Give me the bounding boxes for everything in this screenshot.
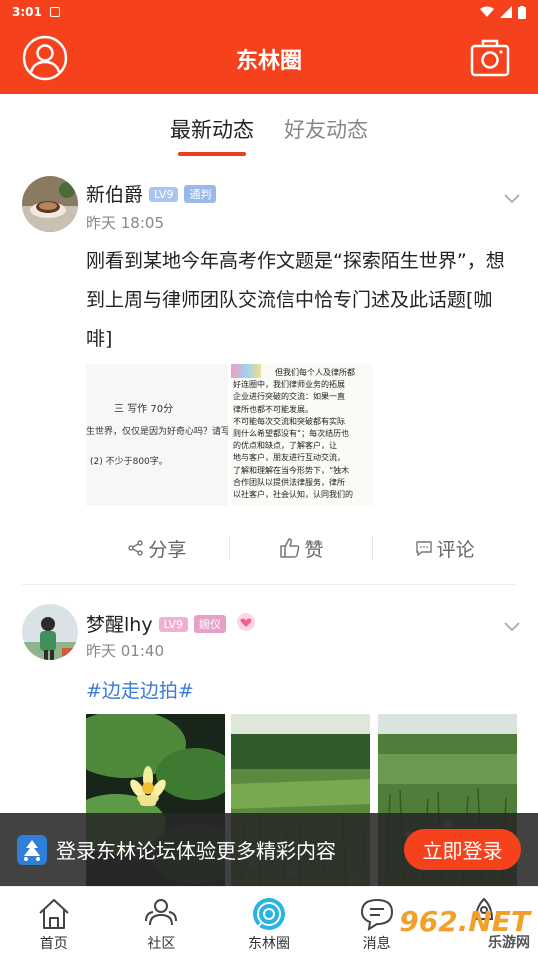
tab-latest[interactable]: 最新动态 — [170, 94, 254, 156]
message-icon — [360, 898, 393, 931]
image-text-line: 企业进行突破的交流：如果一直 — [233, 392, 345, 402]
image-text-line: 则什么希望都没有”；每次结历也 — [233, 429, 350, 439]
level-badge: LV9 — [158, 617, 189, 632]
post-time: 昨天 01:40 — [86, 642, 164, 660]
image-text-line: (2) 不少于800字。 — [90, 457, 168, 467]
image-text-line: 不可能每次交流和突破都有实际 — [233, 416, 345, 426]
image-text-line: 三 写作 70分 — [114, 404, 174, 415]
username-text: 梦醒lhy — [86, 614, 153, 636]
nav-label: 消息 — [362, 936, 391, 952]
nav-label: 东林圈 — [247, 936, 290, 952]
app-bar: 东林圈 — [0, 24, 538, 94]
share-button[interactable]: 分享 — [86, 535, 229, 562]
status-time: 3:01 — [12, 5, 42, 19]
comment-icon — [415, 541, 432, 556]
login-button[interactable]: 立即登录 — [404, 829, 521, 870]
chevron-down-icon[interactable] — [504, 194, 520, 204]
image-text-line: 以社客户，社会认知，认同我们的 — [233, 490, 353, 500]
camera-icon[interactable] — [470, 39, 510, 77]
image-text-line: 地与客户，朋友进行互动交流， — [233, 453, 345, 463]
image-text-line: 的优点和缺点，了解客户，让 — [233, 441, 337, 451]
signal-icon — [500, 6, 512, 18]
login-banner-text: 登录东林论坛体验更多精彩内容 — [56, 839, 336, 863]
heart-badge-icon — [237, 613, 256, 631]
role-badge: 通判 — [184, 185, 217, 203]
like-button[interactable]: 赞 — [230, 535, 373, 562]
post-divider — [22, 584, 516, 585]
watermark: 962.NET 乐游网 — [399, 905, 530, 952]
image-text-line: 合作团队以提供法律服务，律所 — [233, 477, 345, 487]
role-badge: 婉仪 — [194, 615, 227, 633]
username-text: 新伯爵 — [86, 184, 144, 206]
battery-icon — [518, 5, 526, 19]
post-image[interactable]: 但我们每个人及律所都 好连圈中，我们律师业务的拓展 企业进行突破的交流：如果一直… — [231, 364, 373, 506]
tab-friends[interactable]: 好友动态 — [284, 94, 368, 156]
like-label: 赞 — [304, 538, 324, 561]
thumbs-up-icon — [279, 538, 299, 558]
post-card: 新伯爵 LV9 通判 昨天 18:05 刚看到某地今年高考作文题是“探索陌生世界”，… — [0, 170, 538, 585]
post-time: 昨天 18:05 — [86, 214, 164, 232]
circle-icon — [252, 898, 285, 930]
nav-item-community[interactable]: 社区 — [108, 887, 216, 958]
image-text-line: 好连圈中，我们律师业务的拓展 — [233, 380, 345, 390]
image-text-line: 律所也都不可能发展。 — [233, 404, 313, 414]
chevron-down-icon[interactable] — [504, 622, 520, 632]
forum-logo-icon — [17, 834, 47, 865]
avatar[interactable] — [22, 604, 78, 660]
avatar[interactable] — [22, 176, 78, 232]
image-text-line: 了解和理解在当今形势下，“独木 — [233, 465, 350, 475]
app-title: 东林圈 — [235, 49, 302, 74]
post-image[interactable]: 三 写作 70分 生世界，仅仅是因为好奇心吗？请写一 (2) 不少于800字。 — [86, 364, 228, 506]
image-text-line: 生世界，仅仅是因为好奇心吗？请写一 — [86, 427, 228, 437]
home-icon — [39, 899, 69, 929]
login-banner: 登录东林论坛体验更多精彩内容 立即登录 — [0, 813, 538, 886]
notification-icon — [49, 7, 60, 17]
post-tag[interactable]: #边走边拍# — [86, 676, 194, 703]
post-username[interactable]: 梦醒lhy LV9 婉仪 — [86, 610, 256, 637]
image-text-lines: 但我们每个人及律所都 好连圈中，我们律师业务的拓展 企业进行突破的交流：如果一直… — [233, 367, 355, 501]
image-text-line: 但我们每个人及律所都 — [275, 368, 355, 377]
wifi-icon — [480, 6, 494, 17]
community-icon — [145, 899, 178, 926]
nav-label: 社区 — [147, 936, 176, 952]
share-icon — [128, 540, 144, 556]
comment-button[interactable]: 评论 — [373, 535, 516, 562]
post-username[interactable]: 新伯爵 LV9 通判 — [86, 180, 217, 207]
status-icons — [480, 5, 526, 19]
status-bar: 3:01 — [0, 0, 538, 24]
comment-label: 评论 — [436, 538, 475, 561]
level-badge: LV9 — [149, 187, 179, 202]
post-text: 刚看到某地今年高考作文题是“探索陌生世界”，想到上周与律师团队交流信中恰专门述及… — [86, 250, 505, 350]
nav-item-circle[interactable]: 东林圈 — [215, 887, 323, 958]
share-label: 分享 — [148, 538, 187, 561]
profile-icon[interactable] — [22, 35, 68, 81]
post-actions: 分享 赞 评论 — [86, 528, 516, 568]
nav-item-home[interactable]: 首页 — [0, 887, 108, 958]
nav-label: 首页 — [39, 936, 68, 952]
feed-tabs: 最新动态 好友动态 — [0, 94, 538, 156]
